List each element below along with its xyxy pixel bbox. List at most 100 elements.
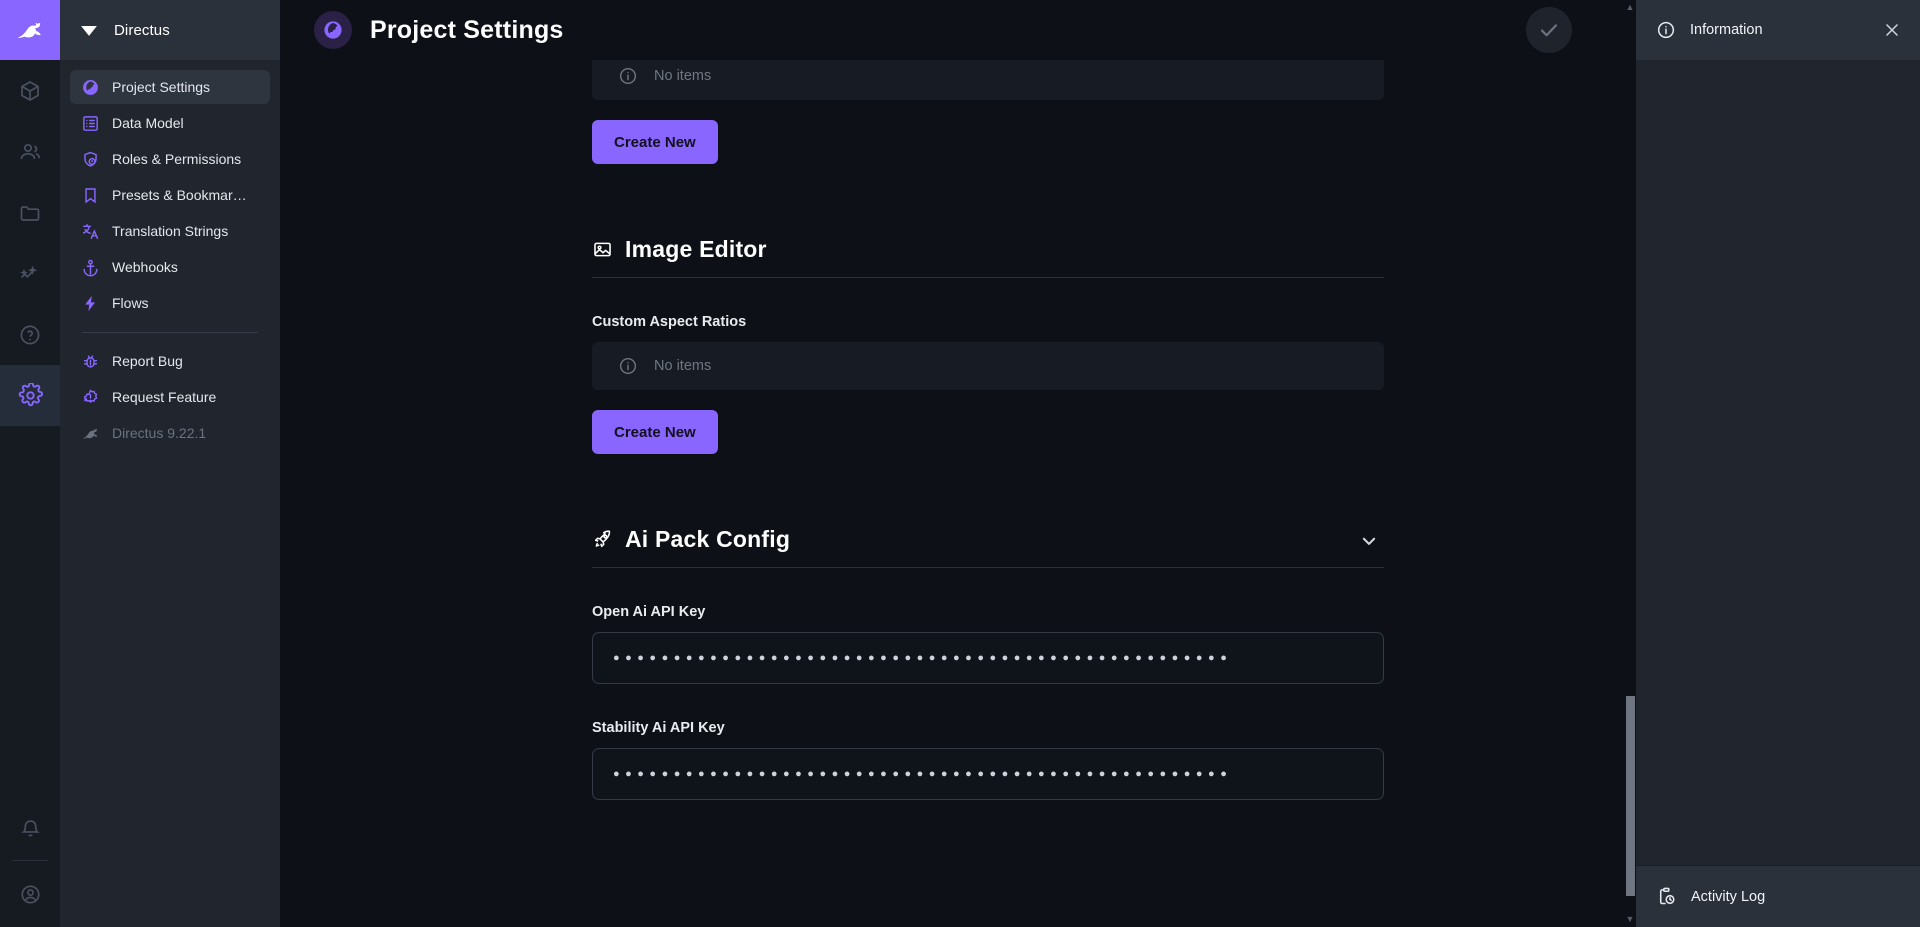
folder-icon <box>20 205 40 221</box>
sidebar-item-label: Presets & Bookmar… <box>112 187 247 203</box>
chevron-down-icon[interactable] <box>1358 530 1380 552</box>
drawer-header: Information <box>1636 0 1920 60</box>
custom-aspect-ratios-label: Custom Aspect Ratios <box>592 314 747 330</box>
stability-ai-api-key-label: Stability Ai API Key <box>592 720 725 736</box>
main-scrollbar-thumb[interactable] <box>1626 696 1635 896</box>
image-icon <box>592 239 613 260</box>
create-new-button[interactable]: Create New <box>592 410 718 454</box>
rail-item-settings[interactable] <box>0 365 60 426</box>
rail-item-users[interactable] <box>0 121 60 182</box>
empty-items-label: No items <box>654 68 712 84</box>
rabbit-logo-icon <box>18 22 41 38</box>
section-ai-pack-config-header[interactable]: Ai Pack Config <box>592 526 1384 568</box>
rail-icon-list <box>0 60 60 426</box>
sidebar-item-version: Directus 9.22.1 <box>70 416 270 450</box>
sidebar-item-data-model[interactable]: Data Model <box>70 106 270 140</box>
main-scrollbar[interactable]: ▲ ▼ <box>1624 0 1636 927</box>
sidebar-item-request-feature[interactable]: Request Feature <box>70 380 270 414</box>
sidebar-item-label: Project Settings <box>112 79 211 95</box>
translate-icon <box>80 221 100 241</box>
sidebar-item-presets-bookmarks[interactable]: Presets & Bookmar… <box>70 178 270 212</box>
settings-sidebar: Directus Project Settings Data Model Rol… <box>60 0 280 927</box>
empty-items-box: No items <box>592 342 1384 390</box>
rail-item-account[interactable] <box>0 861 60 927</box>
section-image-editor-header: Image Editor <box>592 236 1384 278</box>
bell-icon <box>20 820 40 837</box>
top-repeater-field: No items Create New <box>592 60 1384 164</box>
empty-items-label: No items <box>654 358 712 374</box>
scroll-down-arrow[interactable]: ▼ <box>1626 915 1635 924</box>
user-circle-icon <box>20 884 40 904</box>
information-drawer: ▲ ▼ Information <box>1624 0 1920 927</box>
gear-icon <box>18 383 43 407</box>
bookmark-icon <box>80 185 100 205</box>
sidebar-brand-label: Directus <box>114 21 170 39</box>
bug-icon <box>80 351 100 371</box>
sidebar-item-flows[interactable]: Flows <box>70 286 270 320</box>
sidebar-item-project-settings[interactable]: Project Settings <box>70 70 270 104</box>
sidebar-divider <box>82 332 258 333</box>
content-scroll-area[interactable]: No items Create New Image Editor Custom … <box>280 60 1636 927</box>
drawer-title: Information <box>1690 22 1763 38</box>
rail-bottom-group <box>0 799 60 927</box>
app-root: Directus Project Settings Data Model Rol… <box>0 0 1920 927</box>
page-badge <box>314 11 352 49</box>
open-ai-api-key-value: ●●●●●●●●●●●●●●●●●●●●●●●●●●●●●●●●●●●●●●●●… <box>613 652 1233 664</box>
module-rail <box>0 0 60 927</box>
sidebar-item-label: Translation Strings <box>112 223 229 239</box>
section-title: Ai Pack Config <box>625 526 791 552</box>
list-box-icon <box>80 113 100 133</box>
sidebar-item-webhooks[interactable]: Webhooks <box>70 250 270 284</box>
create-new-button[interactable]: Create New <box>592 120 718 164</box>
directus-logo[interactable] <box>0 0 60 60</box>
close-icon[interactable] <box>1882 20 1902 40</box>
sidebar-item-report-bug[interactable]: Report Bug <box>70 344 270 378</box>
section-title: Image Editor <box>625 236 767 262</box>
sidebar-header[interactable]: Directus <box>60 0 280 60</box>
drawer-body <box>1636 60 1920 865</box>
globe-icon <box>324 21 342 39</box>
rocket-icon <box>592 529 613 550</box>
sidebar-item-label: Report Bug <box>112 353 183 369</box>
info-circle-icon <box>618 356 638 376</box>
sidebar-item-roles-permissions[interactable]: Roles & Permissions <box>70 142 270 176</box>
chart-sparkle-icon <box>20 265 38 278</box>
sidebar-item-label: Directus 9.22.1 <box>112 425 207 441</box>
rail-item-content[interactable] <box>0 60 60 121</box>
activity-log-label: Activity Log <box>1691 888 1766 905</box>
box-icon <box>21 80 39 101</box>
anchor-icon <box>80 257 100 277</box>
sidebar-nav: Project Settings Data Model Roles & Perm… <box>60 60 280 450</box>
rail-item-files[interactable] <box>0 182 60 243</box>
main-region: Project Settings No items Create New Ima… <box>280 0 1636 927</box>
bolt-icon <box>80 293 100 313</box>
custom-aspect-ratios-field: No items Create New <box>592 342 1384 454</box>
rail-item-insights[interactable] <box>0 243 60 304</box>
question-circle-icon <box>20 325 40 344</box>
sidebar-item-label: Data Model <box>112 115 184 131</box>
directus-wordmark-icon <box>81 25 97 36</box>
page-title: Project Settings <box>370 15 564 44</box>
sidebar-item-translation-strings[interactable]: Translation Strings <box>70 214 270 248</box>
stability-ai-api-key-input[interactable]: ●●●●●●●●●●●●●●●●●●●●●●●●●●●●●●●●●●●●●●●●… <box>592 748 1384 800</box>
sidebar-item-label: Flows <box>112 295 149 311</box>
sidebar-item-label: Request Feature <box>112 389 217 405</box>
info-circle-icon <box>1656 20 1676 40</box>
alert-badge-icon <box>80 387 100 407</box>
clipboard-clock-icon <box>1656 886 1677 907</box>
open-ai-api-key-input[interactable]: ●●●●●●●●●●●●●●●●●●●●●●●●●●●●●●●●●●●●●●●●… <box>592 632 1384 684</box>
rail-item-notifications[interactable] <box>0 799 60 860</box>
activity-log-button[interactable]: Activity Log <box>1636 865 1920 927</box>
page-header: Project Settings <box>280 0 1636 60</box>
scroll-up-arrow[interactable]: ▲ <box>1626 3 1635 12</box>
info-circle-icon <box>618 66 638 86</box>
sidebar-item-label: Roles & Permissions <box>112 151 242 167</box>
stability-ai-api-key-value: ●●●●●●●●●●●●●●●●●●●●●●●●●●●●●●●●●●●●●●●●… <box>613 768 1233 780</box>
rabbit-icon <box>80 423 100 443</box>
save-button[interactable] <box>1526 7 1572 53</box>
rail-item-docs[interactable] <box>0 304 60 365</box>
empty-items-box: No items <box>592 60 1384 100</box>
check-icon <box>1540 24 1558 37</box>
globe-icon <box>80 77 100 97</box>
settings-form: No items Create New Image Editor Custom … <box>280 60 1636 800</box>
